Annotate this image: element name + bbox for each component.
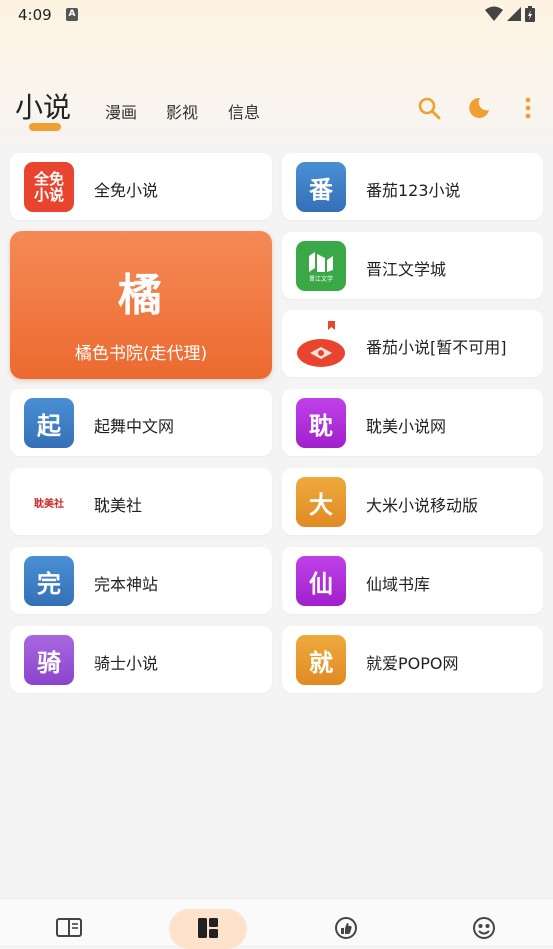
- wifi-icon: [485, 6, 503, 21]
- active-tab-indicator: [29, 123, 61, 131]
- status-bar: 4:09 A: [0, 0, 553, 32]
- danmeishe-logo-icon: 耽美社: [24, 477, 74, 527]
- qishi-logo-icon: 骑: [24, 635, 74, 685]
- site-label: 就爱POPO网: [366, 654, 459, 673]
- site-card-danmeixiaoshuo[interactable]: 耽 耽美小说网: [282, 389, 543, 456]
- site-card-fanqie[interactable]: 番茄小说[暂不可用]: [282, 310, 543, 377]
- featured-label: 橘色书院(走代理): [74, 344, 208, 364]
- danmei-logo-icon: 耽: [296, 398, 346, 448]
- fanqie123-logo-icon: 番: [296, 162, 346, 212]
- site-label: 番茄小说[暂不可用]: [366, 338, 507, 357]
- tab-video[interactable]: 影视: [166, 99, 198, 123]
- featured-logo: 橘: [118, 270, 164, 321]
- signal-icon: [507, 7, 521, 21]
- mood-icon: [473, 917, 495, 939]
- site-card-fanqie123[interactable]: 番 番茄123小说: [282, 153, 543, 220]
- book-icon: [56, 918, 82, 937]
- site-label: 完本神站: [94, 575, 159, 594]
- site-label: 耽美小说网: [366, 417, 447, 436]
- popo-logo-icon: 就: [296, 635, 346, 685]
- tomato-logo-icon: [296, 319, 346, 369]
- site-card-wanben[interactable]: 完 完本神站: [10, 547, 272, 614]
- nav-book[interactable]: [29, 909, 109, 945]
- wanben-logo-icon: 完: [24, 556, 74, 606]
- qiwu-logo-icon: 起: [24, 398, 74, 448]
- site-label: 起舞中文网: [94, 417, 175, 436]
- xianyu-logo-icon: 仙: [296, 556, 346, 606]
- quanmian-logo-icon: 全免小说: [24, 162, 74, 212]
- moon-icon[interactable]: [466, 95, 492, 121]
- tab-novel[interactable]: 小说: [15, 86, 71, 126]
- site-label: 大米小说移动版: [366, 496, 479, 515]
- bottom-nav: [0, 898, 553, 949]
- featured-site-card[interactable]: 橘 橘色书院(走代理): [10, 231, 272, 379]
- site-label: 耽美社: [94, 496, 143, 515]
- site-label: 骑士小说: [94, 654, 159, 673]
- site-label: 仙域书库: [366, 575, 431, 594]
- site-card-dami[interactable]: 大 大米小说移动版: [282, 468, 543, 535]
- site-card-qiwu[interactable]: 起 起舞中文网: [10, 389, 272, 456]
- site-card-xianyu[interactable]: 仙 仙域书库: [282, 547, 543, 614]
- site-label: 番茄123小说: [366, 181, 461, 200]
- jinjiang-logo-icon: 晋江文学: [296, 241, 346, 291]
- site-label: 全免小说: [94, 181, 159, 200]
- status-time: 4:09: [18, 6, 52, 24]
- tab-comic[interactable]: 漫画: [105, 99, 137, 123]
- thumb-up-icon: [335, 917, 357, 939]
- dashboard-icon: [198, 918, 218, 938]
- site-card-qishi[interactable]: 骑 骑士小说: [10, 626, 272, 693]
- battery-icon: [525, 6, 535, 22]
- site-card-jinjiang[interactable]: 晋江文学 晋江文学城: [282, 232, 543, 299]
- site-label: 晋江文学城: [366, 260, 447, 279]
- tab-info[interactable]: 信息: [228, 99, 260, 123]
- more-vert-icon[interactable]: [515, 95, 541, 121]
- search-icon[interactable]: [416, 95, 442, 121]
- dami-logo-icon: 大: [296, 477, 346, 527]
- site-card-danmeishe[interactable]: 耽美社 耽美社: [10, 468, 272, 535]
- nav-dashboard[interactable]: [168, 909, 248, 945]
- nav-recommend[interactable]: [306, 909, 386, 945]
- status-icons: [485, 6, 535, 22]
- notification-icon: A: [66, 8, 78, 21]
- site-card-quanmian[interactable]: 全免小说 全免小说: [10, 153, 272, 220]
- top-tab-bar: 小说 漫画 影视 信息: [0, 78, 553, 138]
- nav-profile[interactable]: [444, 909, 524, 945]
- site-card-popo[interactable]: 就 就爱POPO网: [282, 626, 543, 693]
